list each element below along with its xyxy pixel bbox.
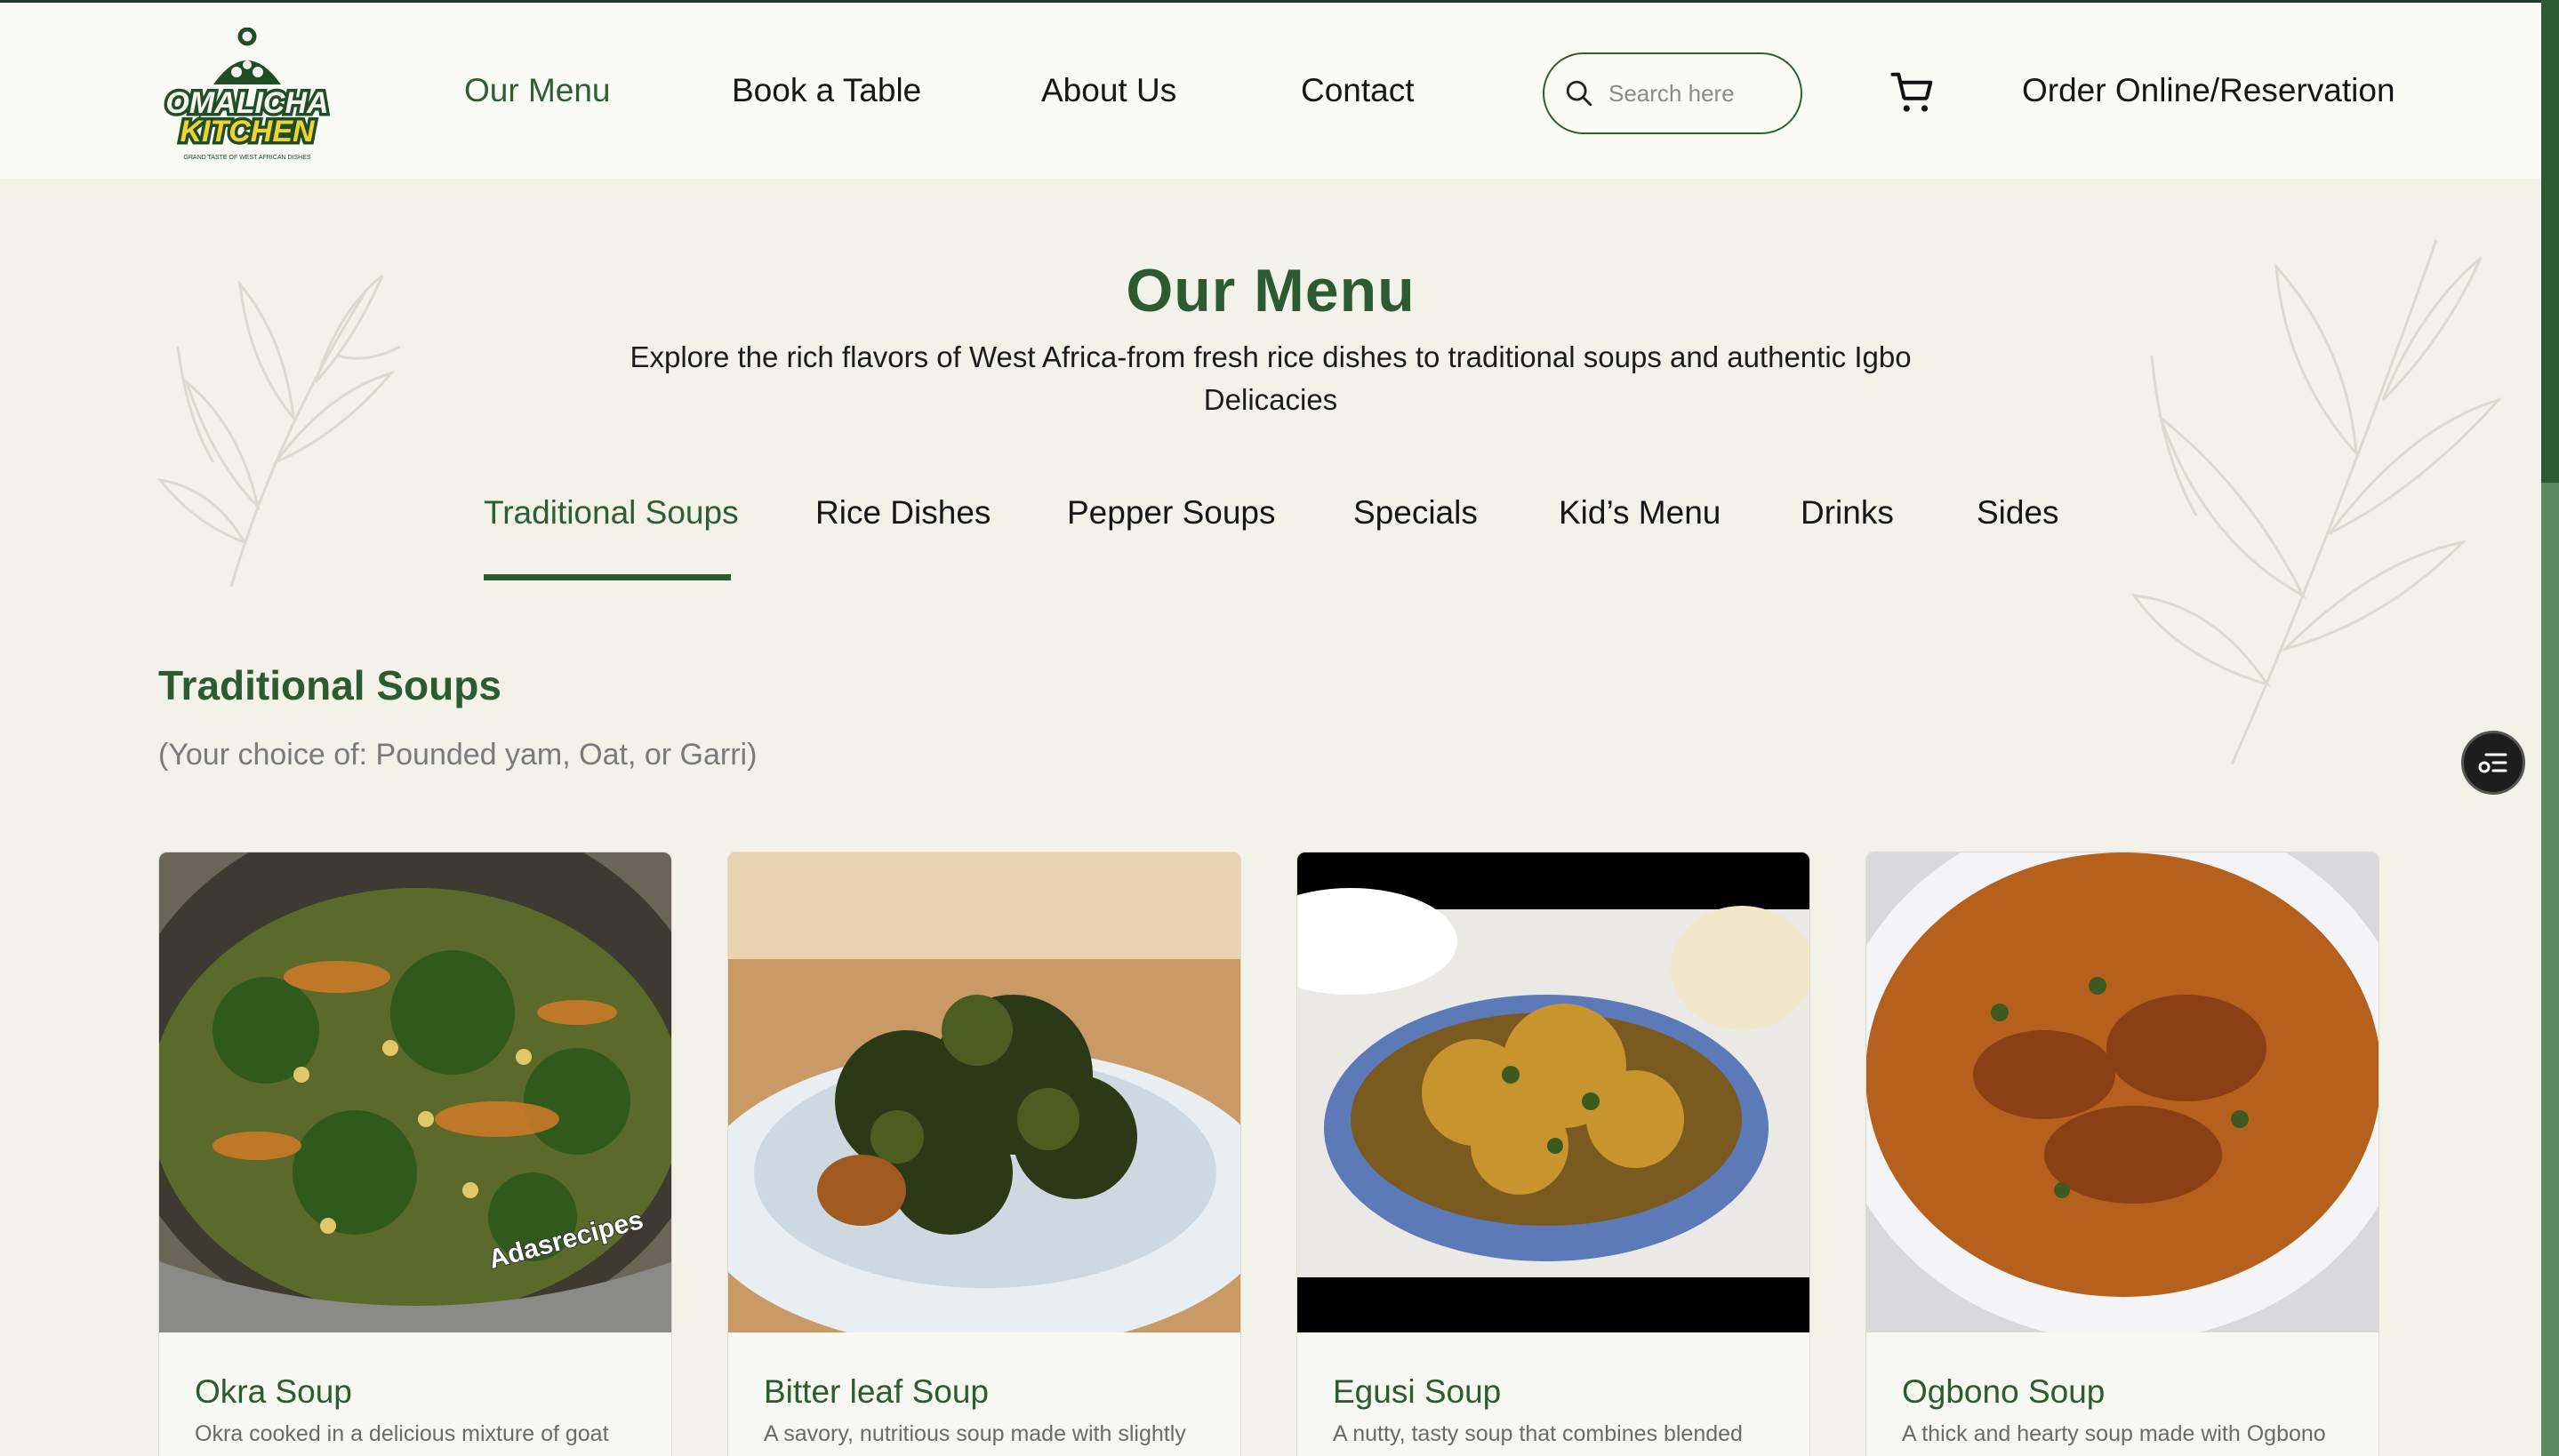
nav-contact[interactable]: Contact — [1301, 72, 1415, 109]
list-settings-icon — [2478, 753, 2507, 773]
bitter-leaf-soup-image — [728, 852, 1240, 1332]
ogbono-soup-image — [1866, 852, 2379, 1332]
card-description: A savory, nutritious soup made with slig… — [764, 1421, 1186, 1446]
menu-card-okra[interactable]: Adasrecipes Okra Soup Okra cooked in a d… — [158, 852, 672, 1456]
svg-text:GRAND TASTE OF WEST AFRICAN DI: GRAND TASTE OF WEST AFRICAN DISHES — [183, 155, 310, 161]
search-box[interactable] — [1543, 52, 1802, 134]
card-title: Okra Soup — [195, 1373, 352, 1410]
floating-menu-button[interactable] — [2461, 731, 2525, 795]
menu-card-ogbono[interactable]: Ogbono Soup A thick and hearty soup made… — [1865, 852, 2379, 1456]
section-subtitle: (Your choice of: Pounded yam, Oat, or Ga… — [158, 738, 758, 772]
card-title: Ogbono Soup — [1902, 1373, 2106, 1410]
okra-soup-image: Adasrecipes — [159, 852, 671, 1332]
menu-card-bitter-leaf[interactable]: Bitter leaf Soup A savory, nutritious so… — [727, 852, 1241, 1456]
nav-about-us[interactable]: About Us — [1041, 72, 1176, 109]
menu-category-tabs: Traditional Soups Rice Dishes Pepper Sou… — [0, 494, 2541, 583]
tab-rice-dishes[interactable]: Rice Dishes — [815, 494, 991, 532]
tab-specials[interactable]: Specials — [1353, 494, 1478, 532]
menu-card-egusi[interactable]: Egusi Soup A nutty, tasty soup that comb… — [1296, 852, 1810, 1456]
card-description: A nutty, tasty soup that combines blende… — [1333, 1421, 1743, 1446]
nav-book-table[interactable]: Book a Table — [732, 72, 921, 109]
tab-pepper-soups[interactable]: Pepper Soups — [1067, 494, 1276, 532]
tab-sides[interactable]: Sides — [1977, 494, 2059, 532]
restaurant-logo[interactable]: OMALICHA KITCHEN GRAND TASTE OF WEST AFR… — [158, 28, 336, 165]
card-title: Bitter leaf Soup — [764, 1373, 989, 1410]
order-online-link[interactable]: Order Online/Reservation — [2022, 72, 2395, 109]
card-title: Egusi Soup — [1333, 1373, 1502, 1410]
egusi-soup-image — [1297, 852, 1809, 1332]
card-description: Okra cooked in a delicious mixture of go… — [195, 1421, 609, 1446]
tab-drinks[interactable]: Drinks — [1801, 494, 1894, 532]
page-title: Our Menu — [1126, 257, 1416, 324]
tab-kids-menu[interactable]: Kid’s Menu — [1559, 494, 1721, 532]
active-tab-indicator — [484, 574, 731, 580]
cart-icon[interactable] — [1889, 68, 1937, 116]
search-icon — [1566, 80, 1592, 107]
card-description: A thick and hearty soup made with Ogbono — [1902, 1421, 2326, 1446]
section-title: Traditional Soups — [158, 662, 501, 708]
search-input[interactable] — [1608, 79, 1786, 108]
site-header: OMALICHA KITCHEN GRAND TASTE OF WEST AFR… — [0, 0, 2541, 179]
scrollbar-thumb[interactable] — [2541, 0, 2559, 483]
tab-traditional-soups[interactable]: Traditional Soups — [484, 494, 739, 532]
svg-text:KITCHEN: KITCHEN — [180, 115, 316, 148]
page-subtitle: Explore the rich flavors of West Africa-… — [630, 340, 1912, 416]
nav-our-menu[interactable]: Our Menu — [464, 72, 611, 109]
